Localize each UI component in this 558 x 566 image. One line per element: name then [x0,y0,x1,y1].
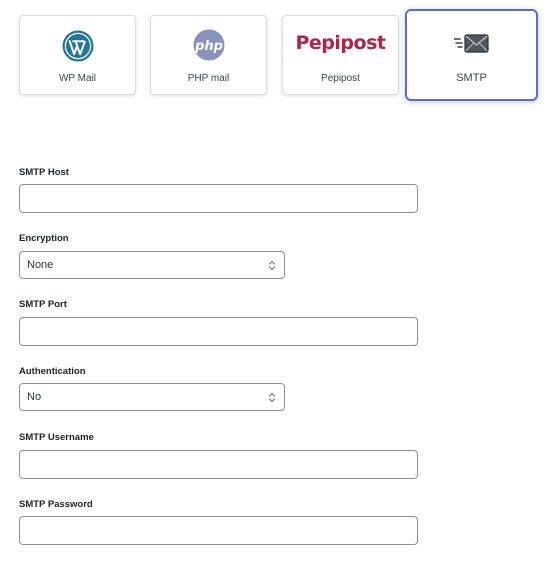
encryption-selected-value: None [27,259,54,271]
authentication-selected-value: No [27,391,42,403]
encryption-select[interactable]: None [19,251,285,279]
mailer-card-pepipost[interactable]: Pepipost Pepipost [282,15,399,95]
smtp-host-label: SMTP Host [19,167,69,178]
envelope-icon [454,34,489,53]
smtp-settings-panel: WP Mail php PHP mail Pepipost Pepipost S… [0,0,558,566]
wordpress-icon [62,30,94,62]
smtp-username-label: SMTP Username [19,432,94,443]
authentication-label: Authentication [19,366,86,377]
smtp-host-input[interactable] [19,184,418,213]
encryption-label: Encryption [19,233,69,244]
mailer-label: WP Mail [58,73,97,84]
mailer-label: Pepipost [321,73,360,84]
authentication-select[interactable]: No [19,383,285,411]
svg-text:php: php [194,39,223,54]
smtp-password-label: SMTP Password [19,499,93,510]
php-icon: php [193,29,225,61]
mailer-card-wp-mail[interactable]: WP Mail [19,15,136,95]
mailer-card-php-mail[interactable]: php PHP mail [150,15,267,95]
select-arrows-icon [269,393,275,402]
smtp-port-input[interactable] [19,317,418,346]
mailer-card-smtp[interactable]: SMTP [405,9,538,101]
select-arrows-icon [269,261,275,270]
smtp-password-input[interactable] [19,516,418,545]
pepipost-logo: Pepipost [295,32,386,54]
mailer-label: PHP mail [187,73,230,84]
smtp-port-label: SMTP Port [19,299,67,310]
smtp-username-input[interactable] [19,450,418,479]
mailer-label: SMTP [456,72,487,84]
